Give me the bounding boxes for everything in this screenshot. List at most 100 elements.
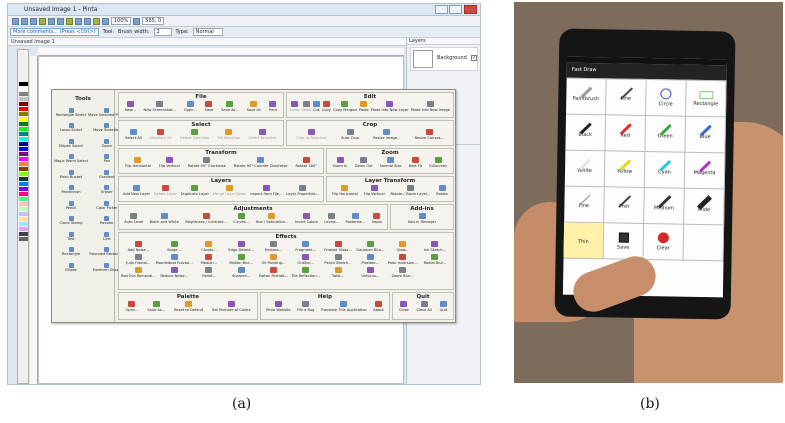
draw-option-cell[interactable]: Clear bbox=[643, 223, 685, 261]
layer-transform-menu-item[interactable]: Rotate bbox=[436, 185, 448, 196]
palette-swatch[interactable] bbox=[19, 187, 28, 191]
palette-swatch[interactable] bbox=[19, 132, 28, 136]
help-menu-item[interactable]: About bbox=[373, 301, 384, 312]
palette-swatch[interactable] bbox=[19, 147, 28, 151]
effects-menu-item[interactable]: Add Noise... bbox=[121, 241, 156, 252]
draw-option-cell[interactable]: Cyan bbox=[644, 152, 686, 189]
draw-option-cell[interactable]: Medium bbox=[644, 187, 685, 225]
draw-option-cell[interactable]: Blue bbox=[685, 116, 727, 154]
palette-swatch[interactable] bbox=[19, 167, 28, 171]
edit-menu-item[interactable]: Redo bbox=[302, 101, 311, 112]
maximize-button[interactable] bbox=[449, 5, 462, 14]
tool-item[interactable]: Text bbox=[54, 229, 88, 244]
draw-option-cell[interactable]: Paintbrush bbox=[566, 78, 607, 116]
transform-menu-item[interactable]: Rotate 180° bbox=[295, 157, 317, 168]
palette-swatch[interactable] bbox=[19, 97, 28, 101]
draw-option-cell[interactable]: Rectangle bbox=[686, 80, 727, 118]
redo-icon[interactable] bbox=[84, 17, 91, 25]
layer-transform-menu-item[interactable]: Flip Vertical bbox=[364, 185, 385, 196]
layers-menu-item[interactable]: Duplicate Layer bbox=[181, 185, 209, 196]
effects-menu-item[interactable]: Red Eye Removal... bbox=[121, 267, 156, 278]
palette-swatch[interactable] bbox=[19, 137, 28, 141]
draw-option-cell[interactable]: Wide bbox=[684, 188, 725, 226]
effects-menu-item[interactable]: Pencil Sketch... bbox=[322, 254, 354, 265]
effects-menu-item[interactable]: Oil Painting... bbox=[257, 254, 289, 265]
draw-option-cell[interactable]: Circle bbox=[646, 80, 687, 117]
edit-menu-item[interactable]: Paste Into New Image bbox=[411, 101, 450, 112]
select-menu-item[interactable]: Deselect All bbox=[150, 129, 171, 140]
layers-menu-item[interactable]: Delete Layer bbox=[154, 185, 177, 196]
transform-menu-item[interactable]: Flip Vertical bbox=[159, 157, 180, 168]
draw-option-cell[interactable]: Fine bbox=[564, 186, 605, 224]
palette-menu-item[interactable]: Save As... bbox=[147, 301, 165, 312]
transform-menu-item[interactable]: Flip Horizontal bbox=[125, 157, 151, 168]
palette-swatch[interactable] bbox=[19, 212, 28, 216]
layer-transform-menu-item[interactable]: Flip Horizontal bbox=[332, 185, 358, 196]
palette-swatch[interactable] bbox=[19, 152, 28, 156]
effects-menu-item[interactable]: Edge Detect... bbox=[225, 241, 257, 252]
paste-icon[interactable] bbox=[66, 17, 73, 25]
file-menu-item[interactable]: Open... bbox=[184, 101, 197, 112]
quit-menu-item[interactable]: Close bbox=[399, 301, 409, 312]
tool-item[interactable]: Paint Bucket bbox=[54, 167, 88, 182]
close-window-button[interactable] bbox=[464, 5, 477, 14]
print-icon[interactable] bbox=[39, 17, 46, 25]
effects-menu-item[interactable]: Radial Blur... bbox=[419, 254, 451, 265]
effects-menu-item[interactable]: Median... bbox=[193, 254, 225, 265]
help-menu-item[interactable]: Pinta Website bbox=[266, 301, 291, 312]
adjustments-menu-item[interactable]: Sepia bbox=[372, 213, 382, 224]
crop-icon[interactable] bbox=[93, 17, 100, 25]
effects-menu-item[interactable]: Unfocus... bbox=[354, 267, 386, 278]
palette-swatch[interactable] bbox=[19, 197, 28, 201]
effects-menu-item[interactable]: Bulge... bbox=[156, 241, 193, 252]
draw-option-cell[interactable]: Red bbox=[605, 115, 647, 153]
tool-item[interactable]: Rectangle Select bbox=[54, 105, 88, 120]
file-menu-item[interactable]: New Screenshot... bbox=[144, 101, 176, 112]
quit-menu-item[interactable]: Close All bbox=[416, 301, 432, 312]
edit-menu-item[interactable]: Copy Merged bbox=[333, 101, 357, 112]
type-combo[interactable]: Normal bbox=[192, 28, 223, 36]
layers-menu-item[interactable]: Import from File... bbox=[250, 185, 282, 196]
effects-menu-item[interactable]: Soften Portrait... bbox=[257, 267, 289, 278]
open-icon[interactable] bbox=[21, 17, 28, 25]
select-menu-item[interactable]: Delete Selection bbox=[180, 129, 209, 140]
tool-item[interactable]: Rectangle bbox=[54, 245, 88, 260]
tool-item[interactable]: Pencil bbox=[54, 198, 88, 213]
effects-menu-item[interactable]: Tile Reflection... bbox=[290, 267, 322, 278]
effects-menu-item[interactable]: Outline... bbox=[290, 254, 322, 265]
help-menu-item[interactable]: Translate This Application bbox=[321, 301, 367, 312]
layer-transform-menu-item[interactable]: Rotate / Zoom Layer... bbox=[390, 185, 430, 196]
adjustments-menu-item[interactable]: Auto Level bbox=[124, 213, 143, 224]
palette-swatch[interactable] bbox=[19, 142, 28, 146]
palette-menu-item[interactable]: Reset to Default bbox=[174, 301, 203, 312]
file-menu-item[interactable]: Save As... bbox=[221, 101, 239, 112]
crop-menu-item[interactable]: Crop to Selection bbox=[296, 129, 327, 140]
effects-menu-item[interactable]: Reduce Noise... bbox=[156, 267, 193, 278]
cut-icon[interactable] bbox=[48, 17, 55, 25]
adjustments-menu-item[interactable]: Hue / Saturation... bbox=[256, 213, 288, 224]
draw-option-cell[interactable]: Thin bbox=[563, 222, 605, 260]
tool-item[interactable]: Paintbrush bbox=[54, 183, 88, 198]
zoom-combo[interactable]: 100% bbox=[111, 17, 132, 25]
palette-swatch[interactable] bbox=[19, 192, 28, 196]
layer-visible-checkbox[interactable]: ✓ bbox=[471, 55, 477, 61]
effects-menu-item[interactable]: Sharpen... bbox=[225, 267, 257, 278]
transform-menu-item[interactable]: Rotate 90° Clockwise bbox=[188, 157, 226, 168]
edit-menu-item[interactable]: Paste bbox=[359, 101, 369, 112]
crop-menu-item[interactable]: Auto Crop bbox=[341, 129, 359, 140]
draw-option-cell[interactable]: Save bbox=[603, 223, 645, 260]
palette-swatch[interactable] bbox=[19, 237, 28, 241]
palette-swatch[interactable] bbox=[19, 232, 28, 236]
crop-menu-item[interactable]: Resize Image... bbox=[373, 129, 400, 140]
layers-menu-item[interactable]: Add New Layer bbox=[123, 185, 150, 196]
effects-menu-item[interactable]: Gaussian Blur... bbox=[354, 241, 386, 252]
file-menu-item[interactable]: Save bbox=[205, 101, 213, 112]
new-icon[interactable] bbox=[12, 17, 19, 25]
effects-menu-item[interactable]: Polar Inversion... bbox=[386, 254, 418, 265]
palette-swatch[interactable] bbox=[19, 162, 28, 166]
select-menu-item[interactable]: Select All bbox=[125, 129, 142, 140]
tool-item[interactable]: Magic Wand Select bbox=[54, 152, 88, 167]
crop-menu-item[interactable]: Resize Canvas... bbox=[415, 129, 444, 140]
document-tab[interactable]: Unsaved Image 1 bbox=[8, 38, 406, 46]
palette-swatch[interactable] bbox=[19, 217, 28, 221]
